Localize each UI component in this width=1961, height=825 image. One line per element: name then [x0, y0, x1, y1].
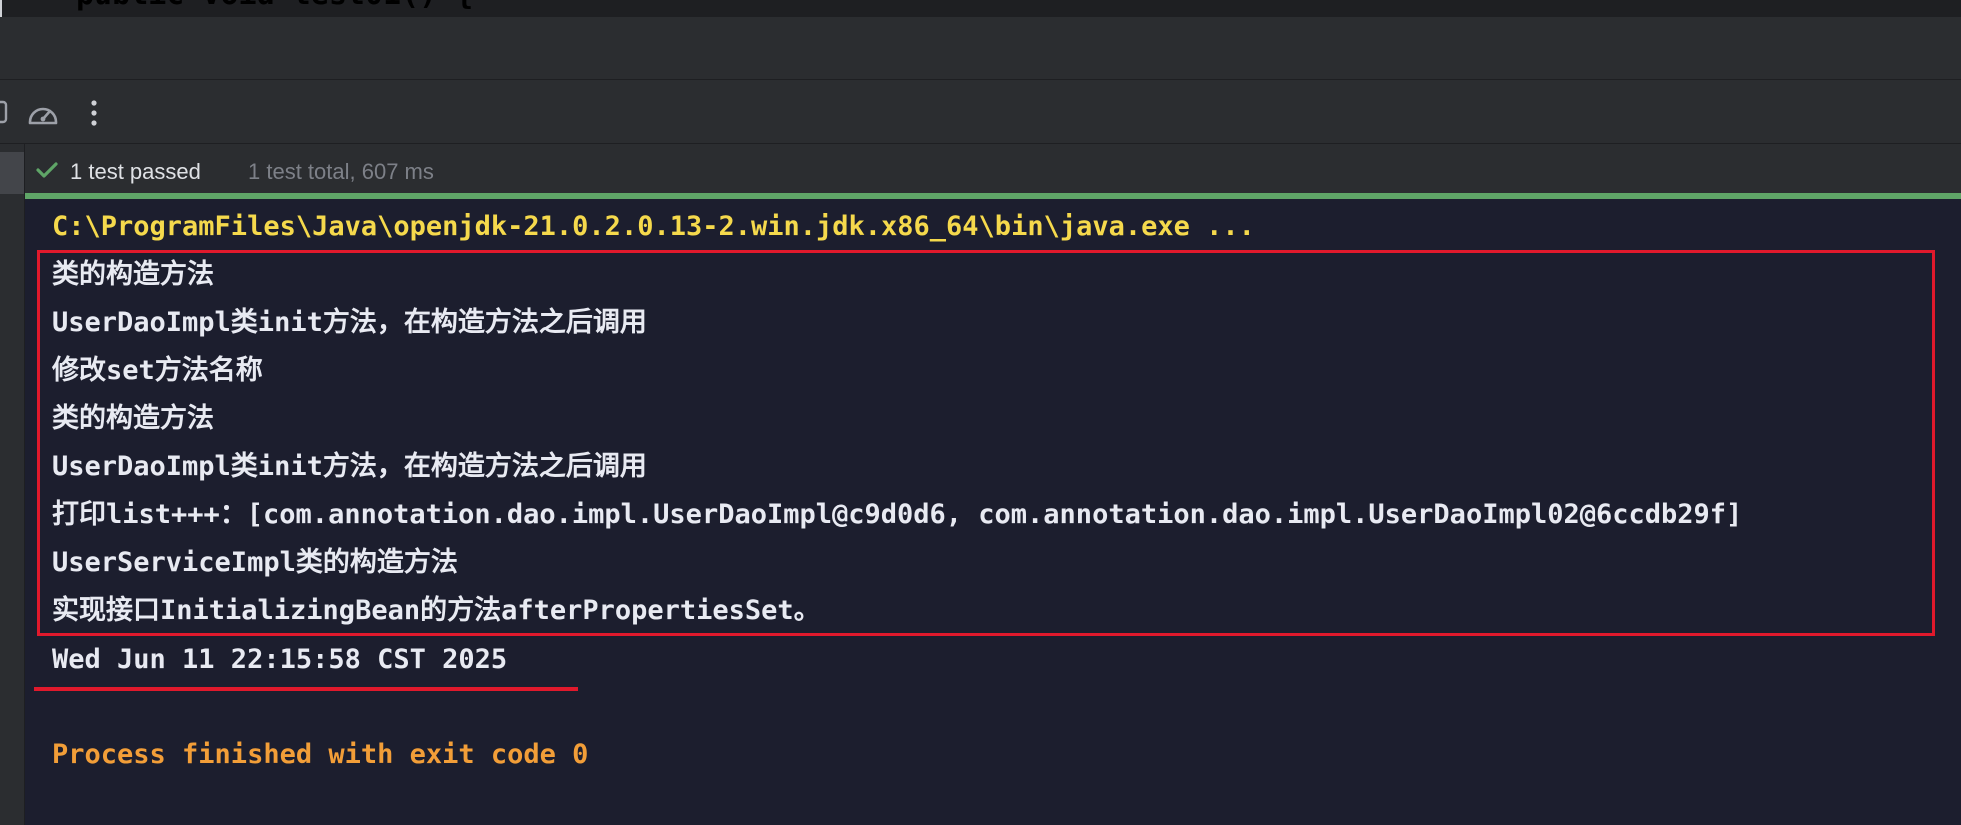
tests-total-label: 1 test total, 607 ms: [248, 159, 434, 184]
code-line: public void test01() {: [76, 0, 473, 12]
editor-divider-panel: [0, 18, 1961, 80]
left-gutter: [0, 144, 25, 825]
highlight-box: [37, 250, 1935, 636]
gutter-selection[interactable]: [0, 152, 24, 194]
console-date-line: Wed Jun 11 22:15:58 CST 2025: [52, 644, 508, 675]
code-editor[interactable]: public void test01() {: [0, 0, 1961, 18]
highlight-underline: [34, 687, 578, 691]
more-options-icon[interactable]: [89, 98, 99, 128]
stop-icon[interactable]: [0, 100, 8, 124]
process-exit-message: Process finished with exit code 0: [52, 739, 589, 770]
check-icon: [36, 162, 58, 178]
console-command-line: C:\ProgramFiles\Java\openjdk-21.0.2.0.13…: [52, 211, 1255, 242]
tests-passed-label: 1 test passed: [70, 159, 201, 184]
text-caret: [0, 0, 2, 17]
run-toolbar: [0, 80, 1961, 144]
performance-gauge-icon[interactable]: [26, 99, 60, 127]
